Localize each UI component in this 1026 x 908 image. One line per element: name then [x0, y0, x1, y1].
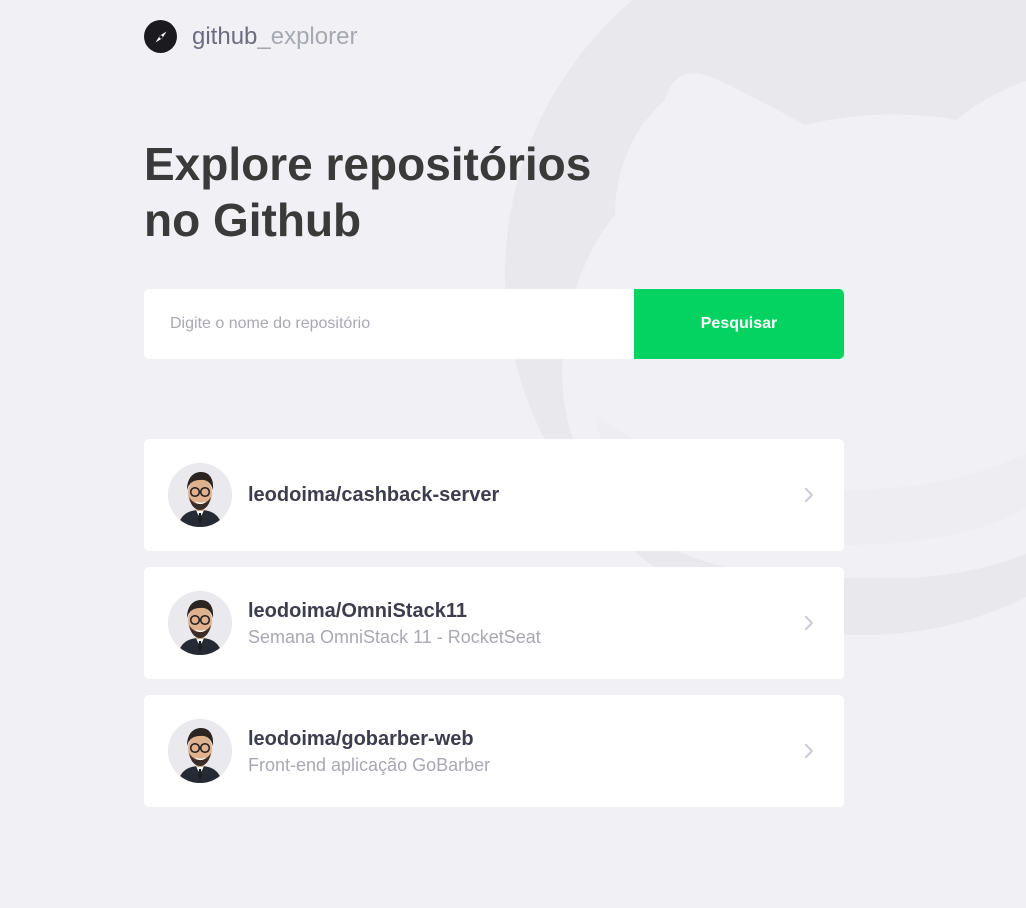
repository-card-cashback-server[interactable]: leodoima/cashback-server — [144, 439, 844, 551]
search-button[interactable]: Pesquisar — [634, 289, 844, 359]
avatar — [168, 463, 232, 527]
header: github_explorer — [144, 20, 357, 53]
chevron-right-icon — [805, 488, 813, 502]
repository-description: Front-end aplicação GoBarber — [248, 754, 491, 775]
title-line-2: no Github — [144, 194, 362, 246]
repository-info: leodoima/gobarber-web Front-end aplicaçã… — [248, 726, 799, 777]
chevron-right-icon — [805, 616, 813, 630]
github-explorer-page: github_explorer Explore repositórios no … — [0, 0, 1026, 908]
brand-github-text: github — [192, 22, 258, 50]
repository-info: leodoima/cashback-server — [248, 482, 799, 508]
repository-list: leodoima/cashback-server leodoima/OmniSt… — [144, 439, 844, 823]
title-line-1: Explore repositórios — [144, 138, 592, 190]
repository-description: Semana OmniStack 11 - RocketSeat — [248, 626, 541, 647]
chevron-right-icon — [805, 744, 813, 758]
repository-card-gobarber-web[interactable]: leodoima/gobarber-web Front-end aplicaçã… — [144, 695, 844, 807]
avatar — [168, 719, 232, 783]
repository-name: leodoima/OmniStack11 — [248, 599, 467, 622]
compass-icon — [144, 20, 177, 53]
app-logo-text: github_explorer — [192, 23, 357, 51]
repository-search-form: Pesquisar — [144, 289, 844, 359]
page-title: Explore repositórios no Github — [144, 136, 604, 248]
repository-name: leodoima/cashback-server — [248, 484, 500, 506]
repository-search-input[interactable] — [144, 289, 634, 359]
repository-card-omnistack11[interactable]: leodoima/OmniStack11 Semana OmniStack 11… — [144, 567, 844, 679]
brand-explorer-text: _explorer — [257, 22, 358, 50]
repository-info: leodoima/OmniStack11 Semana OmniStack 11… — [248, 598, 799, 649]
avatar — [168, 591, 232, 655]
repository-name: leodoima/gobarber-web — [248, 727, 474, 750]
